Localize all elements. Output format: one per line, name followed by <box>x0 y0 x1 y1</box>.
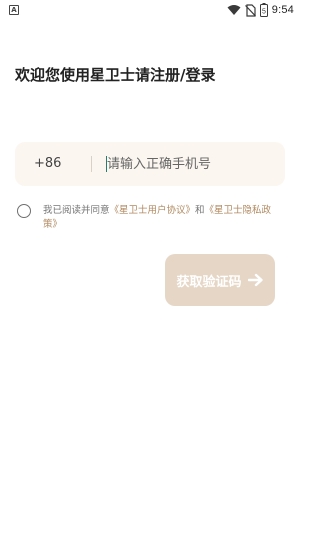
battery-level: 5 <box>262 9 266 16</box>
agreement-text: 我已阅读并同意《星卫士用户协议》和《星卫士隐私政策》 <box>43 204 283 232</box>
phone-input-container: +86 <box>15 142 285 186</box>
user-agreement-link[interactable]: 《星卫士用户协议》 <box>110 205 196 216</box>
arrow-right-icon <box>247 273 263 287</box>
page-title: 欢迎您使用星卫士请注册/登录 <box>15 66 216 84</box>
status-icons: 5 9:54 <box>227 3 294 17</box>
agreement-checkbox[interactable] <box>17 204 31 218</box>
status-bar: A 5 9:54 <box>0 0 300 20</box>
phone-number-input[interactable] <box>107 142 277 186</box>
battery-icon: 5 <box>259 3 268 17</box>
a-notification-icon: A <box>9 5 19 15</box>
agreement-prefix: 我已阅读并同意 <box>43 205 110 216</box>
wifi-icon <box>227 5 241 15</box>
input-divider <box>91 156 92 172</box>
no-sim-icon <box>244 3 256 17</box>
country-code-selector[interactable]: +86 <box>34 142 61 186</box>
status-time: 9:54 <box>271 4 294 16</box>
get-code-label: 获取验证码 <box>176 274 242 290</box>
agreement-conjunction: 和 <box>195 205 205 216</box>
get-verification-code-button[interactable]: 获取验证码 <box>165 254 275 306</box>
